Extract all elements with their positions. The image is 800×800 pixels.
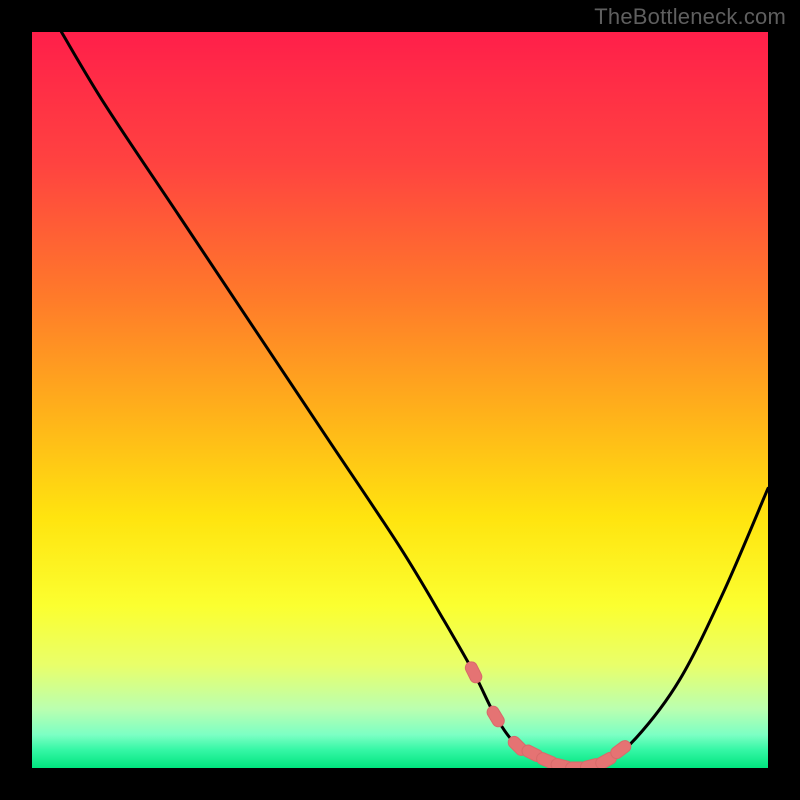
bottleneck-chart — [32, 32, 768, 768]
watermark-text: TheBottleneck.com — [594, 4, 786, 30]
chart-frame: TheBottleneck.com — [0, 0, 800, 800]
gradient-background — [32, 32, 768, 768]
